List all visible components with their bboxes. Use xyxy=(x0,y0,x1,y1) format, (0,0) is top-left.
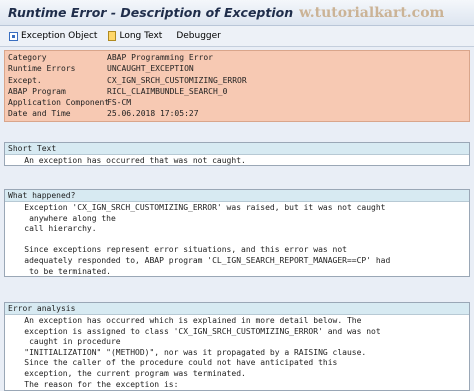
text-line: An exception has occurred that was not c… xyxy=(5,156,246,165)
short-text-body: An exception has occurred that was not c… xyxy=(5,155,469,167)
debugger-label: Debugger xyxy=(176,31,221,41)
header-label: Date and Time xyxy=(8,109,71,119)
what-happened-section: What happened? Exception 'CX_IGN_SRCH_CU… xyxy=(4,189,470,277)
header-label: Runtime Errors xyxy=(8,64,76,74)
application-toolbar: Exception Object Long Text Debugger xyxy=(0,26,474,47)
window-title-bar: Runtime Error - Description of Exception… xyxy=(0,0,474,26)
document-icon xyxy=(108,31,117,41)
text-line: adequately responded to, ABAP program 'C… xyxy=(5,255,391,265)
header-label: Category xyxy=(8,53,47,62)
text-line: anywhere along the xyxy=(5,213,116,223)
text-line: Since exceptions represent error situati… xyxy=(5,245,347,255)
text-line: exception, the current program was termi… xyxy=(5,368,246,378)
header-value: CX_IGN_SRCH_CUSTOMIZING_ERROR xyxy=(107,75,247,85)
short-text-section: Short Text An exception has occurred tha… xyxy=(4,142,470,166)
header-row: Application Component FS-CM xyxy=(5,97,469,108)
header-value: ABAP Programming Error xyxy=(107,53,213,62)
header-row: Date and Time 25.06.2018 17:05:27 xyxy=(5,108,469,119)
watermark: w.tutorialkart.com xyxy=(299,4,445,21)
header-row: Except. CX_IGN_SRCH_CUSTOMIZING_ERROR xyxy=(5,75,469,86)
header-label: Application Component xyxy=(8,98,110,108)
error-analysis-body: An exception has occurred which is expla… xyxy=(5,315,469,390)
text-line: to be terminated. xyxy=(5,266,111,276)
header-label: Except. xyxy=(8,75,42,85)
header-value: UNCAUGHT_EXCEPTION xyxy=(107,64,194,74)
exception-object-button[interactable]: Exception Object xyxy=(7,28,99,45)
header-row: Category ABAP Programming Error xyxy=(5,52,469,63)
text-line: Exception 'CX_IGN_SRCH_CUSTOMIZING_ERROR… xyxy=(5,203,386,212)
object-icon xyxy=(9,31,18,41)
error-analysis-heading: Error analysis xyxy=(5,303,469,315)
text-line: Since the caller of the procedure could … xyxy=(5,358,338,368)
text-line: caught in procedure xyxy=(5,337,121,347)
text-line: call hierarchy. xyxy=(5,224,97,234)
text-line: An exception has occurred which is expla… xyxy=(5,316,362,325)
error-header-panel: Category ABAP Programming Error Runtime … xyxy=(4,50,470,122)
what-happened-heading: What happened? xyxy=(5,190,469,202)
exception-object-label: Exception Object xyxy=(21,31,98,41)
short-text-heading: Short Text xyxy=(5,143,469,155)
text-line xyxy=(5,235,469,246)
text-line: exception is assigned to class 'CX_IGN_S… xyxy=(5,326,381,336)
error-analysis-section: Error analysis An exception has occurred… xyxy=(4,302,470,391)
long-text-button[interactable]: Long Text xyxy=(106,28,164,45)
what-happened-body: Exception 'CX_IGN_SRCH_CUSTOMIZING_ERROR… xyxy=(5,202,469,277)
header-row: Runtime Errors UNCAUGHT_EXCEPTION xyxy=(5,63,469,74)
long-text-label: Long Text xyxy=(119,31,163,41)
header-value: 25.06.2018 17:05:27 xyxy=(107,109,199,119)
debugger-button[interactable]: Debugger xyxy=(174,28,223,45)
header-value: RICL_CLAIMBUNDLE_SEARCH_0 xyxy=(107,86,228,96)
text-line: The reason for the exception is: xyxy=(5,379,179,389)
header-label: ABAP Program xyxy=(8,86,66,96)
header-row: ABAP Program RICL_CLAIMBUNDLE_SEARCH_0 xyxy=(5,86,469,97)
header-value: FS-CM xyxy=(107,98,132,108)
text-line: "INITIALIZATION" "(METHOD)", nor was it … xyxy=(5,347,367,357)
window-title: Runtime Error - Description of Exception xyxy=(8,5,294,20)
